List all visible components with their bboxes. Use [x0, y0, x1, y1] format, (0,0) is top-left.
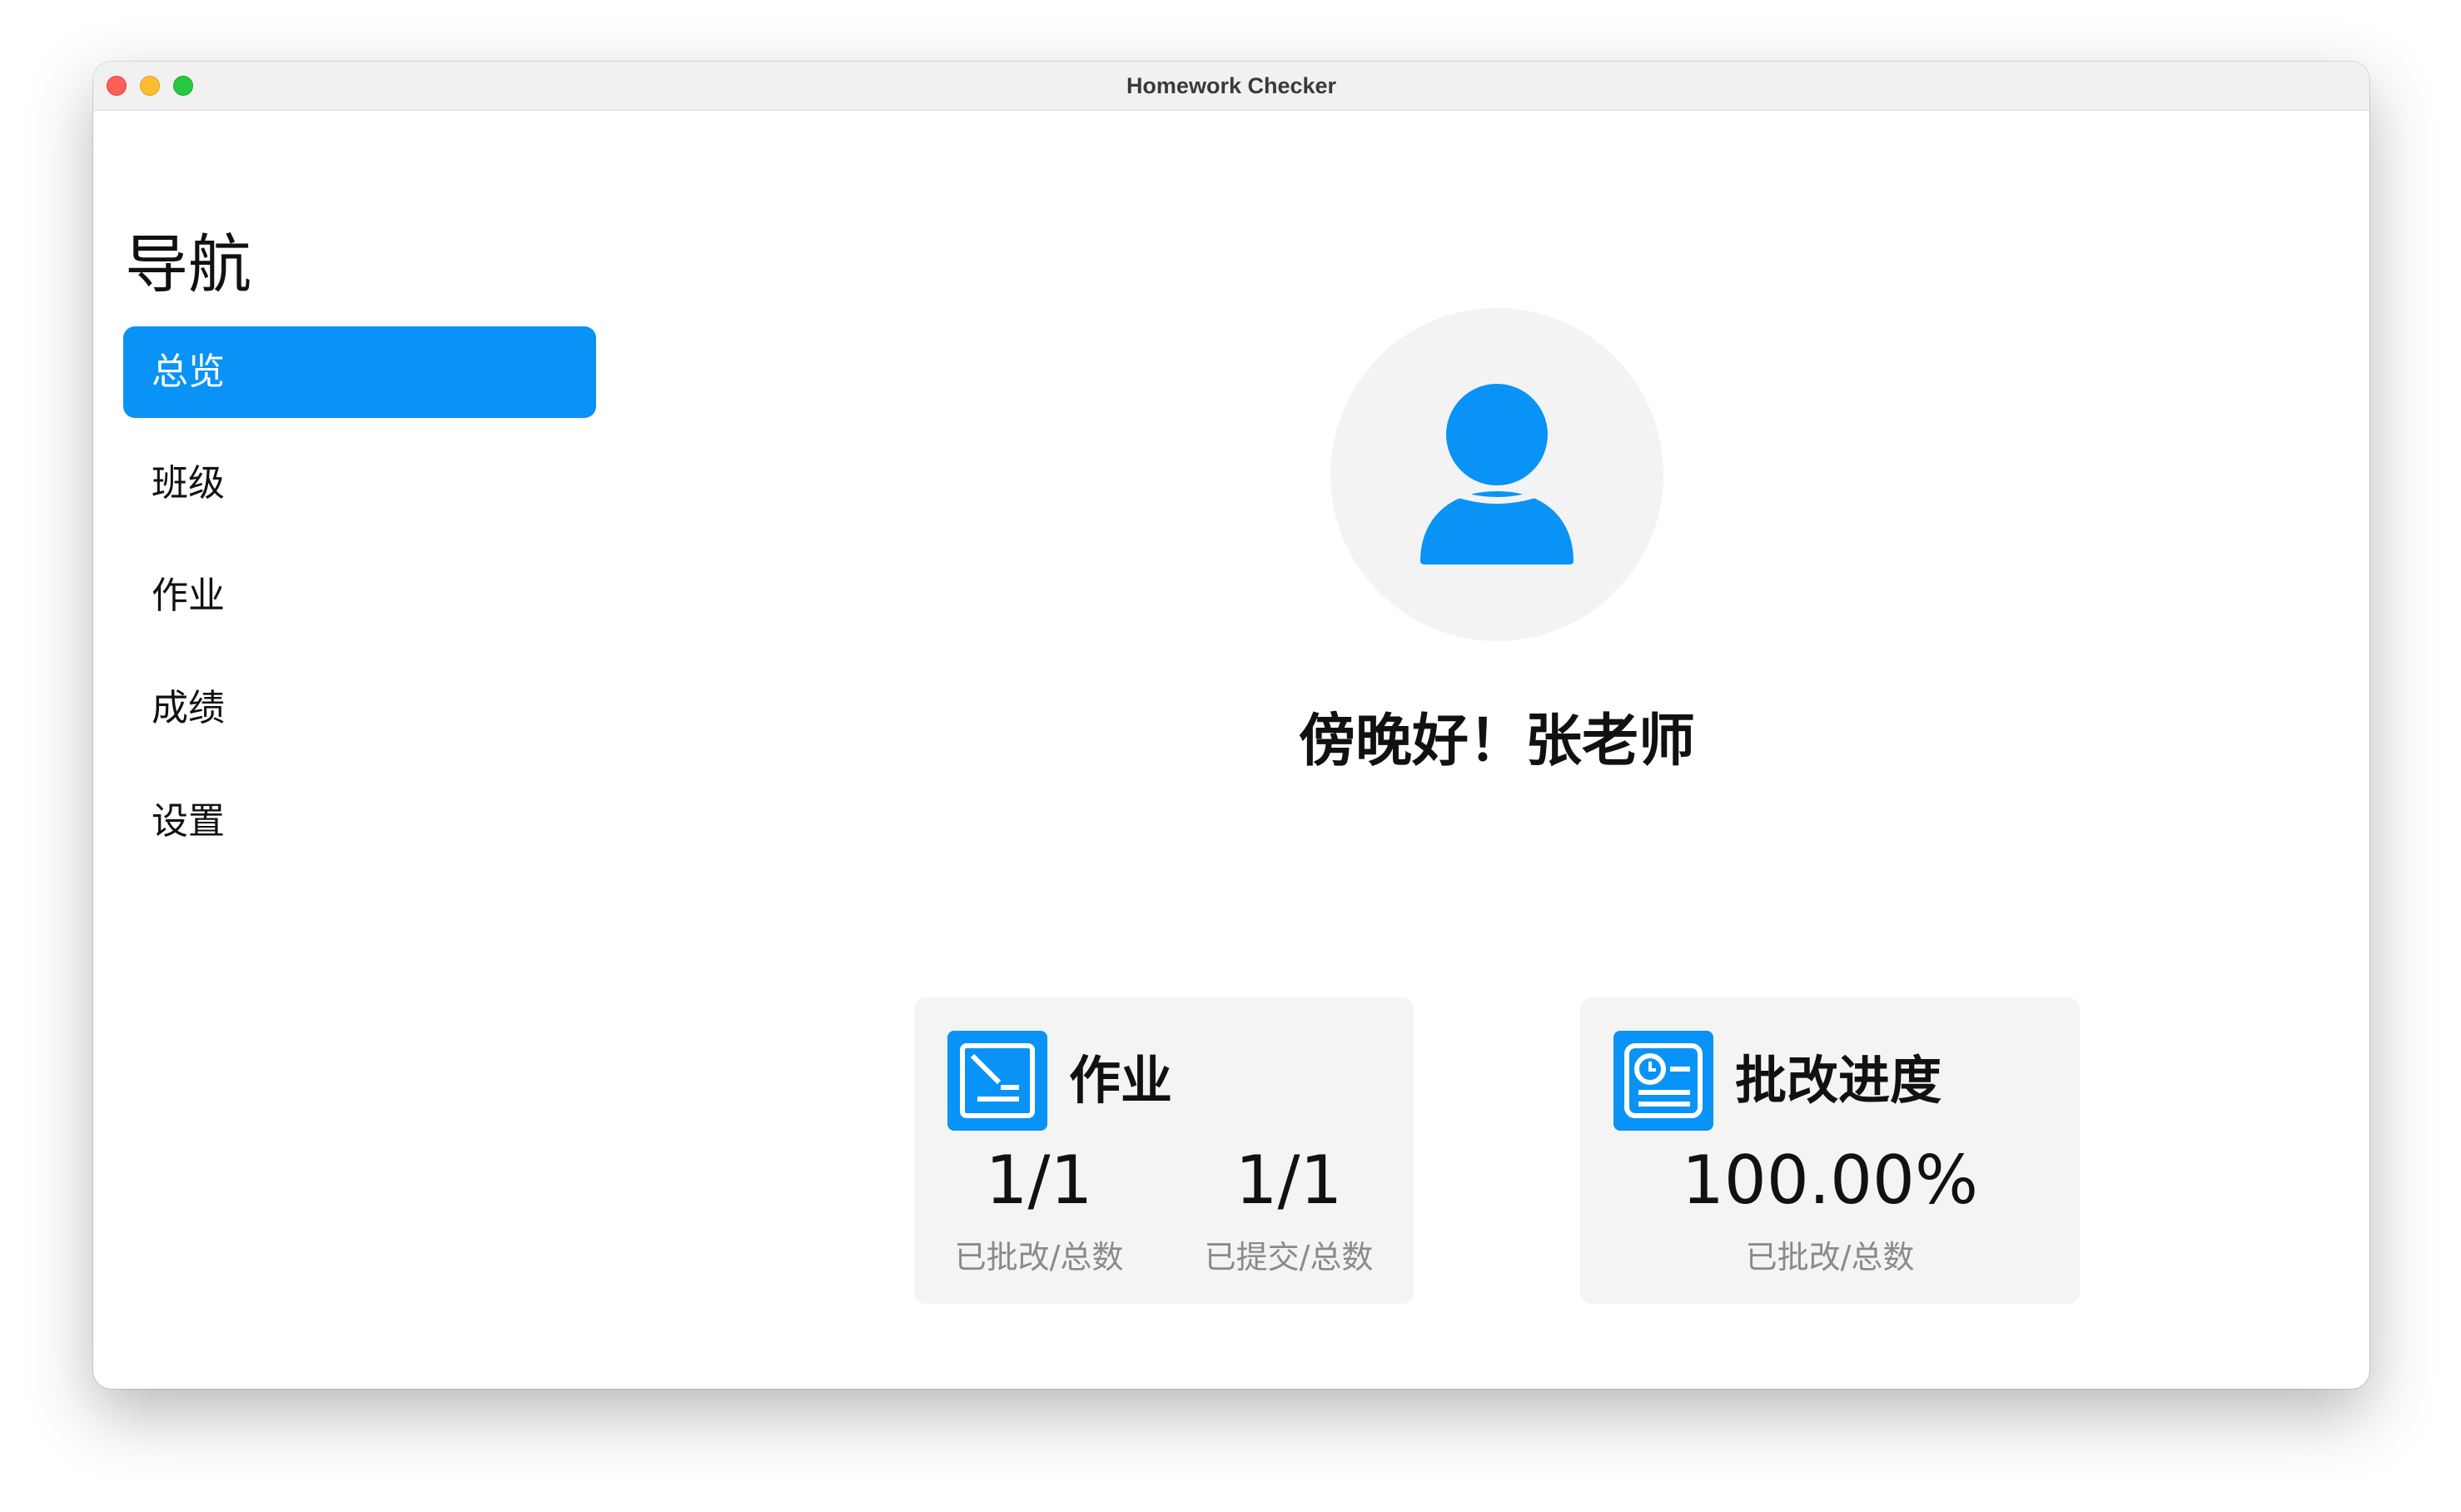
- grading-progress-icon: [1613, 1031, 1713, 1131]
- nav-heading: 导航: [125, 227, 251, 301]
- grading-progress-label: 已批改/总数: [1745, 1239, 1915, 1276]
- assignment-icon: [947, 1031, 1047, 1131]
- title-bar: Homework Checker: [93, 62, 2369, 111]
- app-window: Homework Checker 导航 总览 班级 作业 成绩 设置 傍晚好！张…: [93, 62, 2369, 1389]
- greeting-text: 傍晚好！张老师: [1298, 709, 1695, 774]
- grading-progress-card[interactable]: 批改进度 100.00% 已批改/总数: [1580, 997, 2080, 1304]
- sidebar-item-overview[interactable]: 总览: [123, 326, 596, 418]
- card-title: 作业: [1069, 1050, 1173, 1111]
- graded-count-value: 1/1: [985, 1141, 1093, 1219]
- sidebar-item-homework[interactable]: 作业: [123, 550, 596, 642]
- graded-count-label: 已批改/总数: [954, 1239, 1124, 1276]
- sidebar-item-grades[interactable]: 成绩: [123, 663, 596, 754]
- submitted-count-value: 1/1: [1235, 1141, 1343, 1219]
- submitted-count-label: 已提交/总数: [1204, 1239, 1374, 1276]
- card-title: 批改进度: [1735, 1050, 1942, 1111]
- window-title: Homework Checker: [1126, 73, 1337, 98]
- avatar: [1330, 308, 1663, 641]
- grading-progress-value: 100.00%: [1682, 1141, 1978, 1219]
- sidebar-item-classes[interactable]: 班级: [123, 438, 596, 530]
- user-icon: [1420, 384, 1574, 565]
- homework-card[interactable]: 作业 1/1 已批改/总数 1/1 已提交/总数: [914, 997, 1414, 1304]
- sidebar-item-settings[interactable]: 设置: [123, 776, 596, 868]
